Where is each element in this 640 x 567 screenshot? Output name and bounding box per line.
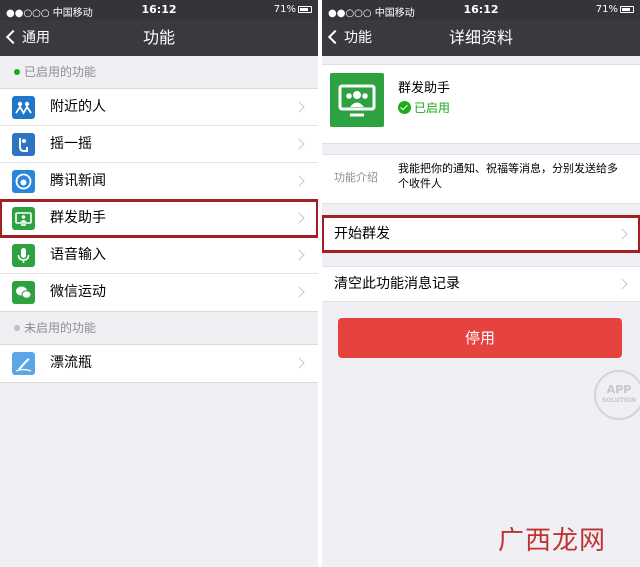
feature-label: 漂流瓶 (50, 355, 92, 371)
status-label: 已启用 (414, 101, 451, 115)
status-bar: ●●○○○ 中国移动 16:12 71% (322, 0, 640, 20)
broadcast-icon (330, 73, 384, 127)
battery-indicator: 71% (274, 4, 312, 15)
watermark-badge-sub: SOLUTION (601, 397, 637, 404)
watermark-badge: APP SOLUTION (594, 370, 640, 420)
chevron-right-icon (293, 249, 305, 261)
broadcast-icon (12, 207, 35, 230)
chevron-right-icon (293, 138, 305, 150)
battery-percent: 71% (273, 4, 296, 15)
feature-label: 语音输入 (50, 247, 106, 263)
shake-icon (12, 133, 35, 156)
drift-bottle-icon (12, 352, 35, 375)
feature-label: 微信运动 (50, 284, 106, 300)
start-broadcast-button[interactable]: 开始群发 (322, 215, 640, 253)
disable-button[interactable]: 停用 (338, 318, 622, 358)
chevron-right-icon (616, 228, 628, 240)
left-screen: ●●○○○ 中国移动 16:12 71% 通用 功能 已启用的功能 附近的人 摇… (0, 0, 318, 567)
battery-icon (620, 6, 634, 13)
chevron-right-icon (293, 175, 305, 187)
microphone-icon (12, 244, 35, 267)
feature-item-wechat-sports[interactable]: 微信运动 (0, 274, 318, 311)
section-label: 未启用的功能 (24, 321, 97, 335)
feature-label: 摇一摇 (50, 136, 92, 152)
people-nearby-icon (12, 96, 35, 119)
news-icon (12, 170, 35, 193)
page-title: 详细资料 (448, 28, 513, 47)
battery-percent: 71% (595, 4, 618, 15)
chevron-right-icon (616, 278, 628, 290)
feature-item-drift-bottle[interactable]: 漂流瓶 (0, 345, 318, 382)
intro-text: 我能把你的通知、祝福等消息，分别发送给多个收件人 (398, 162, 618, 190)
feature-intro: 功能介绍 我能把你的通知、祝福等消息，分别发送给多个收件人 (322, 154, 640, 204)
disabled-section-header: 未启用的功能 (0, 312, 318, 344)
feature-status: 已启用 (398, 99, 450, 116)
chevron-right-icon (293, 357, 305, 369)
feature-item-tencent-news[interactable]: 腾讯新闻 (0, 163, 318, 200)
status-time: 16:12 (463, 3, 499, 16)
feature-item-broadcast-assistant[interactable]: 群发助手 (0, 199, 318, 238)
right-screen: ●●○○○ 中国移动 16:12 71% 功能 详细资料 群发助手 已启用 功能… (322, 0, 640, 567)
chevron-right-icon (293, 101, 305, 113)
intro-label: 功能介绍 (334, 171, 378, 184)
feature-name: 群发助手 (398, 81, 451, 96)
nav-bar: 功能 详细资料 (322, 20, 640, 56)
enabled-feature-list: 附近的人 摇一摇 腾讯新闻 群发助手 语音输入 微信运动 (0, 88, 318, 312)
feature-label: 腾讯新闻 (50, 173, 106, 189)
watermark-badge-title: APP (606, 383, 632, 396)
action-label: 清空此功能消息记录 (334, 276, 460, 292)
page-title: 功能 (142, 28, 175, 47)
check-circle-icon (398, 101, 411, 114)
feature-item-shake[interactable]: 摇一摇 (0, 126, 318, 163)
action-label: 开始群发 (334, 226, 390, 242)
feature-item-people-nearby[interactable]: 附近的人 (0, 89, 318, 126)
wechat-sports-icon (12, 281, 35, 304)
watermark-site: 广西龙网 (497, 526, 606, 556)
grey-dot-icon (14, 325, 20, 331)
clear-history-button[interactable]: 清空此功能消息记录 (322, 266, 640, 302)
chevron-right-icon (293, 212, 305, 224)
green-dot-icon (14, 69, 20, 75)
status-bar: ●●○○○ 中国移动 16:12 71% (0, 0, 318, 20)
battery-icon (298, 6, 312, 13)
nav-bar: 通用 功能 (0, 20, 318, 56)
disabled-feature-list: 漂流瓶 (0, 344, 318, 383)
feature-label: 附近的人 (50, 99, 106, 115)
status-time: 16:12 (141, 3, 177, 16)
feature-profile-card: 群发助手 已启用 (322, 64, 640, 144)
chevron-right-icon (293, 286, 305, 298)
section-label: 已启用的功能 (24, 65, 97, 79)
feature-label: 群发助手 (50, 210, 106, 226)
battery-indicator: 71% (596, 4, 634, 15)
feature-item-voice-input[interactable]: 语音输入 (0, 237, 318, 274)
enabled-section-header: 已启用的功能 (0, 56, 318, 88)
